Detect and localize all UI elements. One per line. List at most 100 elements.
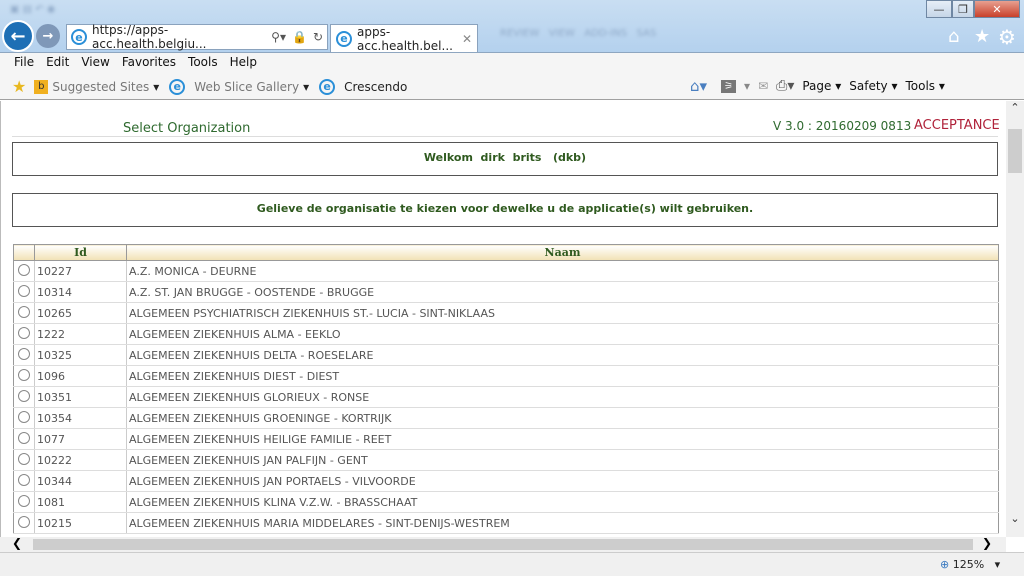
organization-radio[interactable] bbox=[18, 494, 30, 507]
home-icon[interactable]: ⌂▾ bbox=[690, 77, 707, 95]
horizontal-scroll-thumb[interactable] bbox=[33, 539, 973, 550]
organization-id: 10354 bbox=[34, 407, 127, 429]
search-icon[interactable]: ⚲▾ bbox=[271, 30, 286, 44]
organization-radio[interactable] bbox=[18, 410, 30, 423]
scroll-down-arrow[interactable]: ⌄ bbox=[1006, 512, 1024, 525]
organization-radio[interactable] bbox=[18, 431, 30, 444]
forward-button[interactable]: → bbox=[36, 24, 60, 48]
organization-radio[interactable] bbox=[18, 389, 30, 402]
organization-id: 10227 bbox=[34, 260, 127, 282]
organization-id: 1081 bbox=[34, 491, 127, 513]
menu-view[interactable]: View bbox=[81, 55, 109, 69]
refresh-icon[interactable]: ↻ bbox=[313, 30, 323, 44]
blurred-quick-access: ▣ ▤ ↶ ◉ bbox=[10, 4, 56, 15]
blurred-background-ribbon: REVIEW VIEW ADD-INS SAS bbox=[500, 28, 657, 39]
organization-name: A.Z. ST. JAN BRUGGE - OOSTENDE - BRUGGE bbox=[126, 281, 999, 303]
ie-icon: e bbox=[319, 78, 336, 95]
table-row[interactable]: 10351 ALGEMEEN ZIEKENHUIS GLORIEUX - RON… bbox=[13, 386, 999, 408]
scroll-up-arrow[interactable]: ⌃ bbox=[1006, 101, 1024, 114]
table-row[interactable]: 10344 ALGEMEEN ZIEKENHUIS JAN PORTAELS -… bbox=[13, 470, 999, 492]
lock-icon: 🔒 bbox=[291, 30, 307, 44]
menu-bar: File Edit View Favorites Tools Help bbox=[14, 55, 257, 69]
organization-name: ALGEMEEN ZIEKENHUIS GROENINGE - KORTRIJK bbox=[126, 407, 999, 429]
table-row[interactable]: 10354 ALGEMEEN ZIEKENHUIS GROENINGE - KO… bbox=[13, 407, 999, 429]
instruction-text: Gelieve de organisatie te kiezen voor de… bbox=[256, 202, 754, 215]
home-icon[interactable]: ⌂ bbox=[948, 26, 959, 47]
horizontal-scrollbar[interactable]: ❮ ❯ bbox=[0, 536, 1006, 552]
table-row[interactable]: 10265 ALGEMEEN PSYCHIATRISCH ZIEKENHUIS … bbox=[13, 302, 999, 324]
environment-label: ACCEPTANCE bbox=[914, 118, 1000, 133]
menu-file[interactable]: File bbox=[14, 55, 34, 69]
organization-id: 1077 bbox=[34, 428, 127, 450]
add-favorites-star-icon[interactable]: ★ bbox=[12, 77, 26, 96]
organization-id: 10351 bbox=[34, 386, 127, 408]
select-column-header bbox=[13, 244, 35, 261]
ie-icon: e bbox=[336, 30, 352, 47]
safety-menu-label: Safety bbox=[849, 79, 888, 93]
tools-menu-label: Tools bbox=[905, 79, 936, 93]
organization-name: ALGEMEEN ZIEKENHUIS HEILIGE FAMILIE - RE… bbox=[126, 428, 999, 450]
suggested-sites-link[interactable]: Suggested Sites bbox=[52, 80, 149, 94]
menu-edit[interactable]: Edit bbox=[46, 55, 69, 69]
vertical-scrollbar[interactable]: ⌃ ⌄ bbox=[1006, 101, 1024, 537]
page-menu[interactable]: Page ▾ bbox=[802, 79, 841, 93]
organization-radio[interactable] bbox=[18, 263, 30, 276]
vertical-scroll-thumb[interactable] bbox=[1008, 129, 1022, 173]
zoom-level: 125% bbox=[952, 558, 985, 571]
organization-radio[interactable] bbox=[18, 284, 30, 297]
rss-feed-icon[interactable]: ⚞ bbox=[721, 79, 737, 93]
table-row[interactable]: 1077 ALGEMEEN ZIEKENHUIS HEILIGE FAMILIE… bbox=[13, 428, 999, 450]
table-row[interactable]: 1081 ALGEMEEN ZIEKENHUIS KLINA V.Z.W. - … bbox=[13, 491, 999, 513]
table-row[interactable]: 10222 ALGEMEEN ZIEKENHUIS JAN PALFIJN - … bbox=[13, 449, 999, 471]
organization-name: ALGEMEEN ZIEKENHUIS MARIA MIDDELARES - S… bbox=[126, 512, 999, 534]
welcome-text: Welkom dirk brits (dkb) bbox=[423, 151, 587, 164]
safety-menu[interactable]: Safety ▾ bbox=[849, 79, 897, 93]
menu-help[interactable]: Help bbox=[230, 55, 257, 69]
organization-radio[interactable] bbox=[18, 452, 30, 465]
table-row[interactable]: 1222 ALGEMEEN ZIEKENHUIS ALMA - EEKLO bbox=[13, 323, 999, 345]
favorites-star-icon[interactable]: ★ bbox=[974, 26, 990, 47]
web-slice-gallery-link[interactable]: Web Slice Gallery bbox=[194, 80, 299, 94]
crescendo-link[interactable]: Crescendo bbox=[344, 80, 407, 94]
table-row[interactable]: 10314 A.Z. ST. JAN BRUGGE - OOSTENDE - B… bbox=[13, 281, 999, 303]
tab-active[interactable]: e apps-acc.health.bel... ✕ bbox=[330, 24, 478, 53]
scroll-left-arrow[interactable]: ❮ bbox=[12, 536, 22, 550]
organization-name: ALGEMEEN ZIEKENHUIS ALMA - EEKLO bbox=[126, 323, 999, 345]
print-icon[interactable]: ⎙▾ bbox=[776, 78, 794, 94]
name-column-header: Naam bbox=[126, 244, 999, 261]
menu-favorites[interactable]: Favorites bbox=[122, 55, 176, 69]
mail-icon[interactable]: ✉ bbox=[758, 79, 768, 93]
close-window-button[interactable]: ✕ bbox=[974, 0, 1020, 18]
organization-name: ALGEMEEN ZIEKENHUIS DIEST - DIEST bbox=[126, 365, 999, 387]
organization-name: ALGEMEEN ZIEKENHUIS DELTA - ROESELARE bbox=[126, 344, 999, 366]
organization-name: A.Z. MONICA - DEURNE bbox=[126, 260, 999, 282]
zoom-control[interactable]: ⊕ 125% ▾ bbox=[940, 558, 1000, 571]
organization-id: 1222 bbox=[34, 323, 127, 345]
table-row[interactable]: 10325 ALGEMEEN ZIEKENHUIS DELTA - ROESEL… bbox=[13, 344, 999, 366]
minimize-button[interactable]: — bbox=[926, 0, 952, 18]
organization-id: 10215 bbox=[34, 512, 127, 534]
back-button[interactable]: ← bbox=[2, 20, 34, 52]
organization-id: 10265 bbox=[34, 302, 127, 324]
gear-icon[interactable]: ⚙ bbox=[998, 25, 1016, 49]
organization-radio[interactable] bbox=[18, 326, 30, 339]
table-row[interactable]: 10215 ALGEMEEN ZIEKENHUIS MARIA MIDDELAR… bbox=[13, 512, 999, 534]
organization-id: 10222 bbox=[34, 449, 127, 471]
organization-radio[interactable] bbox=[18, 368, 30, 381]
organization-radio[interactable] bbox=[18, 515, 30, 528]
restore-button[interactable]: ❐ bbox=[952, 0, 974, 18]
organization-radio[interactable] bbox=[18, 305, 30, 318]
menu-tools[interactable]: Tools bbox=[188, 55, 218, 69]
address-bar[interactable]: e https://apps-acc.health.belgiu... ⚲▾ 🔒… bbox=[66, 23, 328, 51]
organization-name: ALGEMEEN ZIEKENHUIS JAN PORTAELS - VILVO… bbox=[126, 470, 999, 492]
organization-radio[interactable] bbox=[18, 347, 30, 360]
table-row[interactable]: 10227 A.Z. MONICA - DEURNE bbox=[13, 260, 999, 282]
organization-id: 1096 bbox=[34, 365, 127, 387]
instruction-box: Gelieve de organisatie te kiezen voor de… bbox=[12, 193, 998, 227]
tools-menu[interactable]: Tools ▾ bbox=[906, 79, 945, 93]
page-menu-label: Page bbox=[802, 79, 832, 93]
organization-radio[interactable] bbox=[18, 473, 30, 486]
table-row[interactable]: 1096 ALGEMEEN ZIEKENHUIS DIEST - DIEST bbox=[13, 365, 999, 387]
scroll-right-arrow[interactable]: ❯ bbox=[982, 536, 992, 550]
close-tab-icon[interactable]: ✕ bbox=[462, 32, 472, 46]
